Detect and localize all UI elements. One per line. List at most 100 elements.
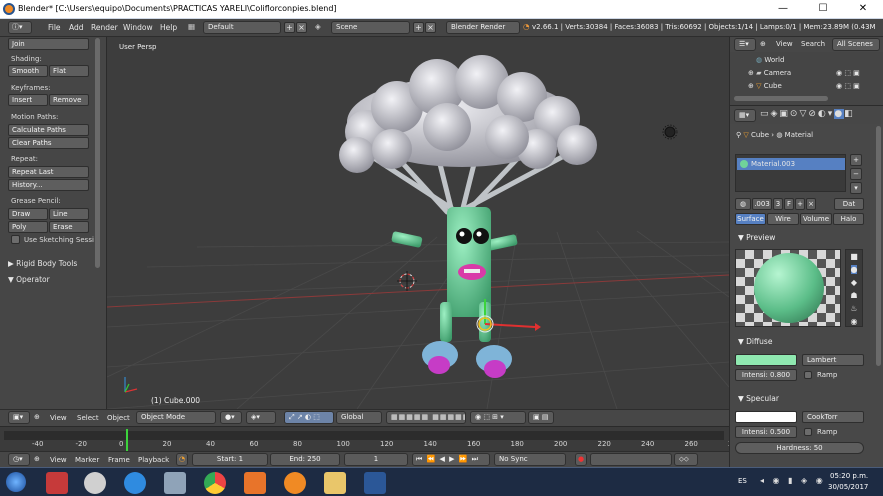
remove-slot-button[interactable]: − xyxy=(850,168,862,180)
preview-panel-header[interactable]: ▼ Preview xyxy=(738,233,775,242)
display-mode-select[interactable]: All Scenes xyxy=(832,38,880,51)
properties-scrollbar[interactable] xyxy=(876,126,881,366)
sketching-checkbox[interactable] xyxy=(11,235,20,244)
outliner-row-world[interactable]: ◍ World xyxy=(730,54,883,67)
start-button-icon[interactable] xyxy=(6,472,26,492)
shading-select-icon[interactable]: ●▾ xyxy=(220,411,242,424)
add-slot-button[interactable]: + xyxy=(850,154,862,166)
toggle-menus-icon[interactable]: ⊕ xyxy=(760,40,766,48)
line-button[interactable]: Line xyxy=(49,208,89,220)
current-frame-field[interactable]: 1 xyxy=(344,453,408,466)
editor-type-outliner-icon[interactable]: ☰▾ xyxy=(734,38,756,51)
menu-window[interactable]: Window xyxy=(123,23,153,32)
preview-range-icon[interactable]: ◔ xyxy=(176,453,188,466)
toggle-menus-icon[interactable]: ⊕ xyxy=(34,455,40,463)
toggle-menus-icon[interactable]: ⊕ xyxy=(34,413,40,421)
calculate-paths-button[interactable]: Calculate Paths xyxy=(8,124,89,136)
material-users-field[interactable]: 3 xyxy=(773,198,783,210)
end-frame-field[interactable]: End: 250 xyxy=(270,453,340,466)
clock-time[interactable]: 05:20 p.m. xyxy=(830,472,868,480)
preview-type-buttons[interactable]: ■ ● ◆ ☗ ♨ ◉ xyxy=(845,249,863,327)
keying-set-field[interactable] xyxy=(590,453,672,466)
fake-user-button[interactable]: F xyxy=(784,198,794,210)
smooth-button[interactable]: Smooth xyxy=(8,65,48,77)
poly-button[interactable]: Poly xyxy=(8,221,48,233)
material-slot-item[interactable]: Material.003 xyxy=(737,158,845,170)
editor-type-properties-icon[interactable]: ▦▾ xyxy=(734,109,756,122)
tab-halo[interactable]: Halo xyxy=(833,213,864,225)
unlink-material-button[interactable]: × xyxy=(806,198,816,210)
insert-keyframe-button[interactable]: Insert xyxy=(8,94,48,106)
specular-ramp-checkbox[interactable] xyxy=(804,428,812,436)
language-indicator[interactable]: ES xyxy=(738,477,747,485)
flat-button[interactable]: Flat xyxy=(49,65,89,77)
manipulator-toggles[interactable]: ⤢ ↗ ◐ ⬚ xyxy=(284,411,334,424)
editor-type-timeline-icon[interactable]: ◷▾ xyxy=(8,453,30,466)
add-layout-button[interactable]: + xyxy=(284,22,295,33)
visibility-icons[interactable]: ◉ ⬚ ▣ xyxy=(836,80,860,93)
menu-view[interactable]: View xyxy=(50,414,67,422)
diffuse-color-swatch[interactable] xyxy=(735,354,797,366)
material-id-field[interactable]: .003 xyxy=(752,198,772,210)
erase-button[interactable]: Erase xyxy=(49,221,89,233)
specular-shader-select[interactable]: CookTorr xyxy=(802,411,864,423)
timeline-area[interactable]: -40 -20 0 20 40 60 80 100 120 140 160 180 200 220 240 2… xyxy=(0,426,741,451)
app-icon[interactable] xyxy=(164,472,186,494)
menu-playback[interactable]: Playback xyxy=(138,456,169,464)
material-slots-list[interactable]: Material.003 xyxy=(735,154,846,192)
word-icon[interactable] xyxy=(364,472,386,494)
start-frame-field[interactable]: Start: 1 xyxy=(192,453,268,466)
pivot-select-icon[interactable]: ◈▾ xyxy=(246,411,276,424)
chrome-icon[interactable] xyxy=(204,472,226,494)
tab-wire[interactable]: Wire xyxy=(767,213,799,225)
layout-select[interactable]: Default xyxy=(203,21,281,34)
clear-paths-button[interactable]: Clear Paths xyxy=(8,137,89,149)
mode-select[interactable]: Object Mode xyxy=(136,411,216,424)
clock-date[interactable]: 30/05/2017 xyxy=(828,483,868,491)
tool-shelf-scrollbar[interactable] xyxy=(95,38,100,268)
rigid-body-panel-header[interactable]: ▶ Rigid Body Tools xyxy=(8,259,77,268)
file-explorer-icon[interactable] xyxy=(324,472,346,494)
diffuse-ramp-checkbox[interactable] xyxy=(804,371,812,379)
internet-explorer-icon[interactable] xyxy=(124,472,146,494)
clock-app-icon[interactable] xyxy=(84,472,106,494)
editor-type-info-icon[interactable]: ⓘ▾ xyxy=(8,21,32,34)
lamp-icon[interactable] xyxy=(662,124,678,140)
diffuse-intensity-field[interactable]: Intensi: 0.800 xyxy=(735,369,797,381)
remove-keyframe-button[interactable]: Remove xyxy=(49,94,89,106)
layer-buttons[interactable]: ▦▦▦▦▦ ▦▦▦▦▦ xyxy=(386,411,466,424)
join-button[interactable]: Join xyxy=(8,38,89,50)
tray-icons[interactable]: ◂ ◉ ▮ ◈ ◉ xyxy=(760,476,826,485)
outliner-row-camera[interactable]: ⊕ ▰ Camera ◉ ⬚ ▣ xyxy=(730,67,883,80)
specular-panel-header[interactable]: ▼ Specular xyxy=(738,394,779,403)
material-browse-icon[interactable]: ◍ xyxy=(735,198,751,210)
maximize-button[interactable]: ☐ xyxy=(803,0,843,19)
draw-button[interactable]: Draw xyxy=(8,208,48,220)
hardness-field[interactable]: Hardness: 50 xyxy=(735,442,864,454)
menu-frame[interactable]: Frame xyxy=(108,456,130,464)
editor-type-3d-icon[interactable]: ▣▾ xyxy=(8,411,30,424)
menu-select[interactable]: Select xyxy=(77,414,99,422)
playback-controls[interactable]: ⏮ ⏪ ◀ ▶ ⏩ ⏭ xyxy=(412,453,490,466)
delete-scene-button[interactable]: × xyxy=(425,22,436,33)
history-button[interactable]: History... xyxy=(8,179,89,191)
operator-panel-header[interactable]: ▼ Operator xyxy=(8,275,50,284)
current-frame-marker[interactable] xyxy=(126,429,128,451)
menu-add[interactable]: Add xyxy=(69,23,84,32)
render-preview-icon[interactable]: ▣ ▤ xyxy=(528,411,554,424)
menu-marker[interactable]: Marker xyxy=(75,456,99,464)
render-engine-select[interactable]: Blender Render xyxy=(446,21,520,34)
record-icon[interactable]: ● xyxy=(575,453,587,466)
media-player-icon[interactable] xyxy=(244,472,266,494)
3d-viewport[interactable]: User Persp (1) Cube.000 xyxy=(107,37,729,409)
scene-select[interactable]: Scene xyxy=(331,21,410,34)
context-tabs-icons[interactable]: ▭◈▣⊙▽⊘◐▾●◧ xyxy=(760,109,855,119)
orientation-select[interactable]: Global xyxy=(336,411,382,424)
menu-search[interactable]: Search xyxy=(801,40,825,48)
snap-toggles-icon[interactable]: ◉ ⬚ ⊞ ▾ xyxy=(470,411,526,424)
menu-view[interactable]: View xyxy=(50,456,67,464)
blender-taskbar-icon[interactable] xyxy=(284,472,306,494)
menu-view[interactable]: View xyxy=(776,40,793,48)
visibility-icons[interactable]: ◉ ⬚ ▣ xyxy=(836,67,860,80)
delete-layout-button[interactable]: × xyxy=(296,22,307,33)
